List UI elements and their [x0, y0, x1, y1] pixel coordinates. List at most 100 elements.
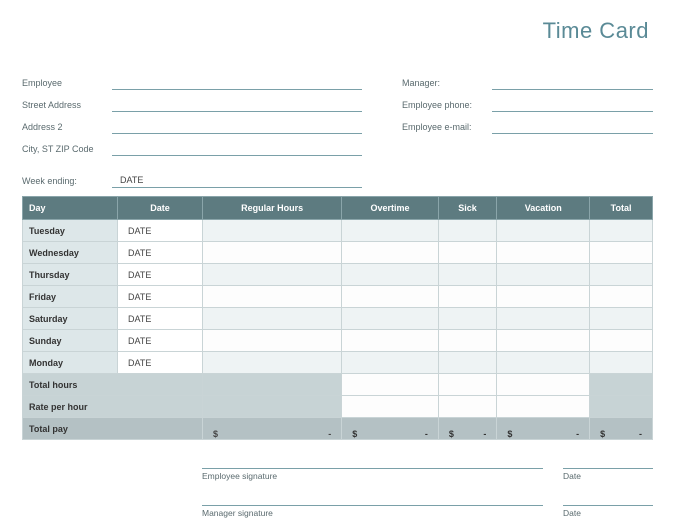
cell-date[interactable]: DATE: [118, 286, 203, 308]
cell-date[interactable]: DATE: [118, 330, 203, 352]
cell-day: Friday: [23, 286, 118, 308]
page-title: Time Card: [22, 18, 653, 44]
cell-overtime[interactable]: [342, 286, 439, 308]
label-manager: Manager:: [402, 78, 492, 90]
summary-cell[interactable]: [438, 396, 497, 418]
input-street[interactable]: [112, 98, 362, 112]
summary-cell: [497, 374, 590, 396]
cell-overtime[interactable]: [342, 330, 439, 352]
summary-cell: [438, 374, 497, 396]
input-manager[interactable]: [492, 76, 653, 90]
input-employee[interactable]: [112, 76, 362, 90]
summary-row-hours: Total hours: [23, 374, 653, 396]
label-address2: Address 2: [22, 122, 112, 134]
cell-sick[interactable]: [438, 286, 497, 308]
cell-regular[interactable]: [203, 308, 342, 330]
cell-sick[interactable]: [438, 264, 497, 286]
cell-total: [590, 352, 653, 374]
label-phone: Employee phone:: [402, 100, 492, 112]
cell-vacation[interactable]: [497, 308, 590, 330]
table-row: FridayDATE: [23, 286, 653, 308]
label-city: City, ST ZIP Code: [22, 144, 112, 156]
cell-vacation[interactable]: [497, 242, 590, 264]
cell-day: Thursday: [23, 264, 118, 286]
cell-regular[interactable]: [203, 330, 342, 352]
input-address2[interactable]: [112, 120, 362, 134]
cell-regular[interactable]: [203, 242, 342, 264]
cell-total: [590, 308, 653, 330]
label-employee: Employee: [22, 78, 112, 90]
summary-cell[interactable]: [203, 396, 342, 418]
summary-row-pay: Total pay$-$-$-$-$-: [23, 418, 653, 440]
pay-cell: $-: [342, 418, 439, 440]
input-week-ending[interactable]: DATE: [112, 174, 362, 188]
cell-vacation[interactable]: [497, 286, 590, 308]
th-day: Day: [23, 197, 118, 220]
cell-overtime[interactable]: [342, 352, 439, 374]
cell-date[interactable]: DATE: [118, 308, 203, 330]
th-regular: Regular Hours: [203, 197, 342, 220]
input-email[interactable]: [492, 120, 653, 134]
manager-signature-line[interactable]: Manager signature: [202, 505, 543, 518]
table-row: WednesdayDATE: [23, 242, 653, 264]
cell-regular[interactable]: [203, 264, 342, 286]
pay-cell: $-: [438, 418, 497, 440]
cell-sick[interactable]: [438, 308, 497, 330]
label-week-ending: Week ending:: [22, 176, 112, 188]
input-phone[interactable]: [492, 98, 653, 112]
cell-date[interactable]: DATE: [118, 352, 203, 374]
label-street: Street Address: [22, 100, 112, 112]
cell-total: [590, 220, 653, 242]
input-city[interactable]: [112, 142, 362, 156]
summary-label: Rate per hour: [23, 396, 203, 418]
cell-overtime[interactable]: [342, 308, 439, 330]
cell-date[interactable]: DATE: [118, 264, 203, 286]
cell-sick[interactable]: [438, 220, 497, 242]
table-row: SaturdayDATE: [23, 308, 653, 330]
table-row: SundayDATE: [23, 330, 653, 352]
pay-cell: $-: [497, 418, 590, 440]
manager-signature-date[interactable]: Date: [563, 505, 653, 518]
employee-signature-date[interactable]: Date: [563, 468, 653, 481]
cell-vacation[interactable]: [497, 330, 590, 352]
cell-total: [590, 286, 653, 308]
cell-regular[interactable]: [203, 220, 342, 242]
label-email: Employee e-mail:: [402, 122, 492, 134]
summary-label: Total pay: [23, 418, 203, 440]
cell-date[interactable]: DATE: [118, 220, 203, 242]
cell-overtime[interactable]: [342, 220, 439, 242]
cell-day: Wednesday: [23, 242, 118, 264]
cell-regular[interactable]: [203, 352, 342, 374]
summary-cell[interactable]: [497, 396, 590, 418]
summary-cell: [342, 374, 439, 396]
cell-day: Saturday: [23, 308, 118, 330]
th-overtime: Overtime: [342, 197, 439, 220]
cell-sick[interactable]: [438, 242, 497, 264]
cell-vacation[interactable]: [497, 352, 590, 374]
cell-day: Sunday: [23, 330, 118, 352]
table-row: ThursdayDATE: [23, 264, 653, 286]
cell-vacation[interactable]: [497, 220, 590, 242]
header-fields: Employee Street Address Address 2 City, …: [22, 68, 653, 156]
summary-row-rate: Rate per hour: [23, 396, 653, 418]
cell-regular[interactable]: [203, 286, 342, 308]
cell-total: [590, 330, 653, 352]
th-total: Total: [590, 197, 653, 220]
cell-sick[interactable]: [438, 330, 497, 352]
cell-overtime[interactable]: [342, 242, 439, 264]
pay-cell: $-: [203, 418, 342, 440]
summary-cell[interactable]: [342, 396, 439, 418]
th-vacation: Vacation: [497, 197, 590, 220]
cell-vacation[interactable]: [497, 264, 590, 286]
cell-overtime[interactable]: [342, 264, 439, 286]
th-sick: Sick: [438, 197, 497, 220]
cell-day: Tuesday: [23, 220, 118, 242]
signature-area: Employee signature Date Manager signatur…: [22, 468, 653, 518]
th-date: Date: [118, 197, 203, 220]
cell-date[interactable]: DATE: [118, 242, 203, 264]
time-card-table: Day Date Regular Hours Overtime Sick Vac…: [22, 196, 653, 440]
pay-cell: $-: [590, 418, 653, 440]
employee-signature-line[interactable]: Employee signature: [202, 468, 543, 481]
cell-sick[interactable]: [438, 352, 497, 374]
summary-label: Total hours: [23, 374, 203, 396]
